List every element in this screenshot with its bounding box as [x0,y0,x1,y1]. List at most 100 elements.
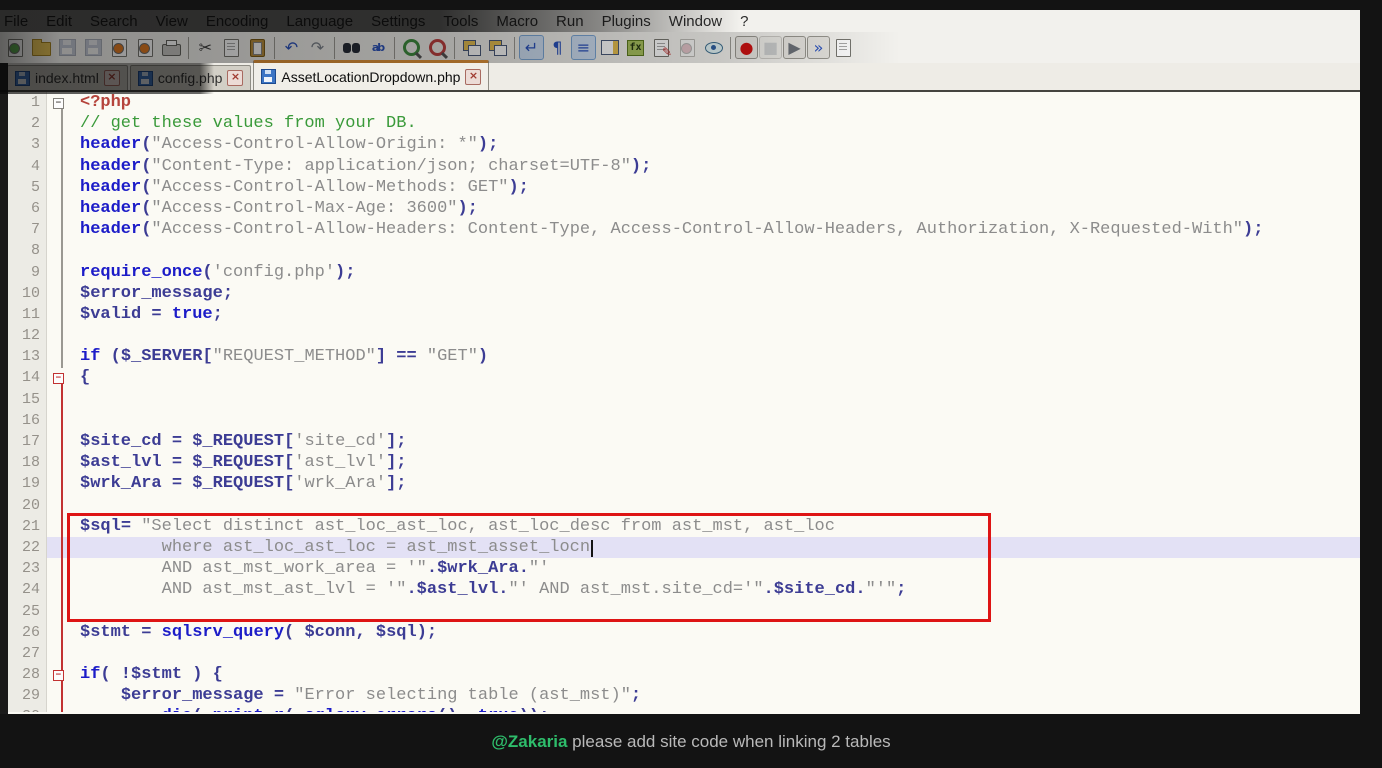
find-icon [343,43,360,53]
code-line-19[interactable]: 19$wrk_Ara = $_REQUEST['wrk_Ara']; [0,473,1360,494]
macro-run-multiple-icon: » [814,40,824,56]
code-line-6[interactable]: 6header("Access-Control-Max-Age: 3600"); [0,198,1360,219]
code-line-13[interactable]: 13if ($_SERVER["REQUEST_METHOD"] == "GET… [0,346,1360,367]
fold-margin [47,325,72,346]
code-line-27[interactable]: 27 [0,643,1360,664]
tab-bar: index.html×config.php×AssetLocationDropd… [0,63,1360,92]
code-line-16[interactable]: 16 [0,410,1360,431]
code-line-3[interactable]: 3header("Access-Control-Allow-Origin: *"… [0,134,1360,155]
close-tab-icon[interactable]: × [227,70,243,86]
code-line-4[interactable]: 4header("Content-Type: application/json;… [0,156,1360,177]
preview-eye-icon[interactable] [701,35,726,60]
indent-guide-icon[interactable]: ≡ [571,35,596,60]
line-number: 7 [0,219,47,240]
code-line-10[interactable]: 10$error_message; [0,283,1360,304]
line-number: 15 [0,389,47,410]
word-wrap-icon[interactable]: ↵ [519,35,544,60]
fold-margin [47,622,72,643]
show-all-characters-icon[interactable]: ¶ [545,35,570,60]
zoom-in-icon[interactable] [399,35,424,60]
code-line-9[interactable]: 9require_once('config.php'); [0,262,1360,283]
menu-item-language[interactable]: Language [277,13,362,30]
save-icon[interactable] [55,35,80,60]
code-line-5[interactable]: 5header("Access-Control-Allow-Methods: G… [0,177,1360,198]
fold-margin [47,431,72,452]
sync-vertical-scroll-icon[interactable] [459,35,484,60]
code-line-8[interactable]: 8 [0,240,1360,261]
copy-icon[interactable] [219,35,244,60]
code-line-17[interactable]: 17$site_cd = $_REQUEST['site_cd']; [0,431,1360,452]
code-line-30[interactable]: 30 die( print_r( sqlsrv_errors(), true))… [0,706,1360,712]
redo-icon[interactable]: ↷ [305,35,330,60]
zoom-out-icon[interactable] [425,35,450,60]
macro-stop-icon[interactable]: ■ [759,36,782,59]
save-all-icon[interactable] [81,35,106,60]
macro-run-multiple-icon[interactable]: » [807,36,830,59]
code-text: header("Access-Control-Max-Age: 3600"); [72,198,1360,219]
fold-collapse-icon[interactable]: − [53,373,64,384]
monitoring-icon[interactable] [675,35,700,60]
menu-item-search[interactable]: Search [81,13,147,30]
menu-item-plugins[interactable]: Plugins [593,13,660,30]
close-tab-icon[interactable]: × [465,69,481,85]
code-editor[interactable]: 1−<?php2// get these values from your DB… [0,92,1360,712]
cut-icon[interactable]: ✂ [193,35,218,60]
code-line-12[interactable]: 12 [0,325,1360,346]
menu-item-window[interactable]: Window [660,13,731,30]
replace-icon[interactable]: ab [365,35,390,60]
close-tab-icon[interactable]: × [104,70,120,86]
code-line-14[interactable]: 14−{ [0,367,1360,388]
function-list-icon[interactable]: fx [623,35,648,60]
find-icon[interactable] [339,35,364,60]
paste-icon[interactable] [245,35,270,60]
document-map-icon[interactable] [597,35,622,60]
line-number: 28 [0,664,47,685]
line-number: 13 [0,346,47,367]
undo-icon[interactable]: ↶ [279,35,304,60]
code-line-11[interactable]: 11$valid = true; [0,304,1360,325]
menu-item-encoding[interactable]: Encoding [197,13,278,30]
tab-config-php[interactable]: config.php× [130,65,252,90]
fold-margin [47,283,72,304]
menu-item-run[interactable]: Run [547,13,593,30]
tab-label: index.html [35,70,99,86]
code-line-28[interactable]: 28−if( !$stmt ) { [0,664,1360,685]
sync-horizontal-scroll-icon[interactable] [485,35,510,60]
line-number: 1 [0,92,47,113]
folder-as-workspace-icon[interactable]: ✎ [649,35,674,60]
close-all-icon[interactable] [133,35,158,60]
close-file-icon[interactable] [107,35,132,60]
macro-play-icon[interactable]: ▶ [783,36,806,59]
code-line-1[interactable]: 1−<?php [0,92,1360,113]
fold-collapse-icon[interactable]: − [53,670,64,681]
macro-save-icon[interactable] [831,35,856,60]
menu-item-help[interactable]: ? [731,13,757,30]
menu-item-macro[interactable]: Macro [487,13,547,30]
menu-item-tools[interactable]: Tools [434,13,487,30]
code-text: header("Access-Control-Allow-Methods: GE… [72,177,1360,198]
menu-item-settings[interactable]: Settings [362,13,434,30]
fold-collapse-icon[interactable]: − [53,98,64,109]
new-file-icon[interactable] [3,35,28,60]
line-number: 8 [0,240,47,261]
preview-eye-icon [705,42,723,54]
print-icon[interactable] [159,35,184,60]
code-line-2[interactable]: 2// get these values from your DB. [0,113,1360,134]
tab-index-html[interactable]: index.html × [7,65,128,90]
open-file-icon[interactable] [29,35,54,60]
open-file-icon [32,42,51,56]
menu-item-view[interactable]: View [147,13,197,30]
code-line-29[interactable]: 29 $error_message = "Error selecting tab… [0,685,1360,706]
code-text: { [72,367,1360,388]
code-line-7[interactable]: 7 header("Access-Control-Allow-Headers: C… [0,219,1360,240]
menu-item-edit[interactable]: Edit [37,13,81,30]
code-line-15[interactable]: 15 [0,389,1360,410]
code-text: header("Access-Control-Allow-Headers: Co… [72,219,1360,240]
code-line-26[interactable]: 26$stmt = sqlsrv_query( $conn, $sql); [0,622,1360,643]
menu-item-file[interactable]: File [0,13,37,30]
line-number: 25 [0,601,47,622]
macro-record-icon[interactable]: ● [735,36,758,59]
tab-label: AssetLocationDropdown.php [281,69,460,85]
code-line-18[interactable]: 18$ast_lvl = $_REQUEST['ast_lvl']; [0,452,1360,473]
tab-assetlocationdropdown-php[interactable]: AssetLocationDropdown.php × [253,60,489,90]
